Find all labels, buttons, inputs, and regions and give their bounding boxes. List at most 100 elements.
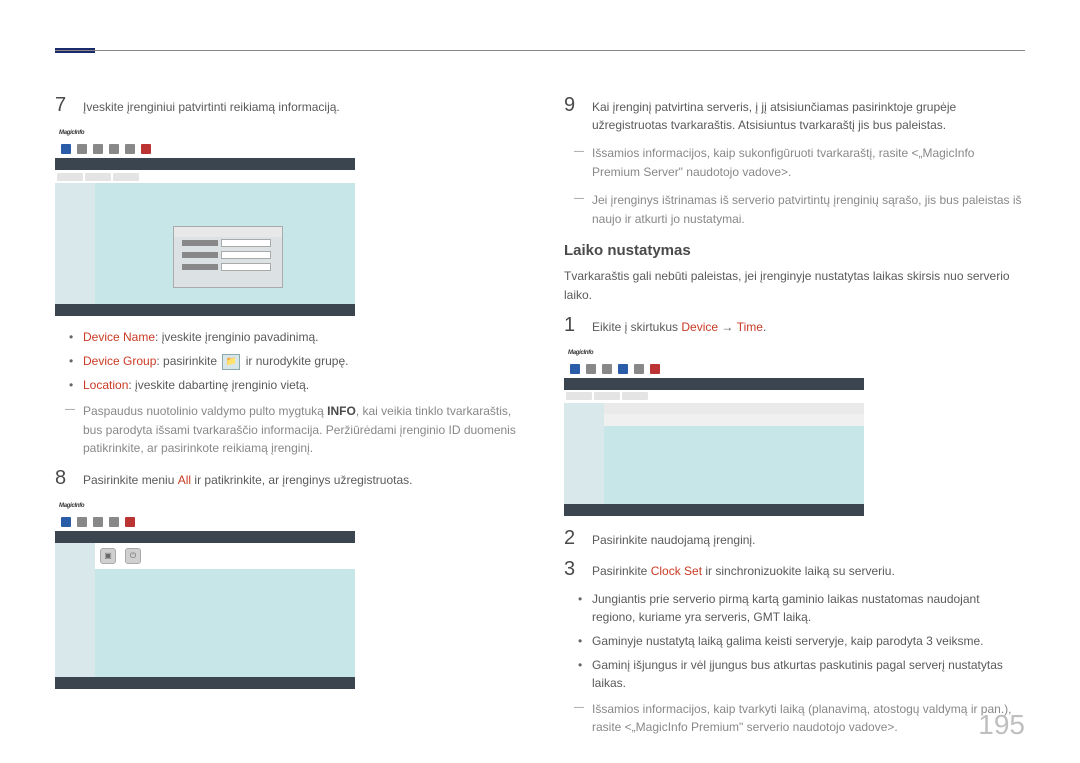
- bullet-restore-time: Gaminį išjungus ir vėl įjungus bus atkur…: [592, 656, 1025, 692]
- bullet-device-name: Device Name: įveskite įrenginio pavadini…: [83, 328, 516, 346]
- note-device-deleted: Jei įrenginys ištrinamas iš serverio pat…: [564, 191, 1025, 228]
- right-column: 9 Kai įrenginį patvirtina serveris, į jį…: [564, 95, 1025, 747]
- tab-time: Time: [737, 320, 763, 334]
- clock-set: Clock Set: [651, 564, 702, 578]
- step-number: 2: [564, 528, 580, 548]
- screenshot-device-list: MagicInfo ▣ ⏻: [55, 499, 355, 689]
- app-logo: MagicInfo: [59, 130, 84, 136]
- field-label: Device Name: [83, 330, 155, 344]
- step-text: Eikite į skirtukus Device → Time.: [592, 315, 1025, 336]
- time-bullets: Jungiantis prie serverio pirmą kartą gam…: [564, 590, 1025, 692]
- step-number: 7: [55, 95, 71, 115]
- menu-all: All: [178, 473, 191, 487]
- page-number: 195: [978, 709, 1025, 741]
- tabbar: [564, 378, 864, 390]
- sidebar: [55, 543, 95, 679]
- field-desc: : įveskite dabartinę įrenginio vietą.: [128, 378, 309, 392]
- step-text: Įveskite įrenginiui patvirtinti reikiamą…: [83, 95, 516, 116]
- app-logo: MagicInfo: [59, 503, 84, 509]
- footer-bar: [564, 504, 864, 516]
- tab-device: Device: [681, 320, 718, 334]
- toolbar-icon: [61, 144, 71, 154]
- step8-post: ir patikrinkite, ar įrenginys užregistru…: [191, 473, 412, 487]
- step-2: 2 Pasirinkite naudojamą įrenginį.: [564, 528, 1025, 549]
- step3-post: ir sinchronizuokite laiką su serveriu.: [702, 564, 895, 578]
- toolbar-icon: [125, 517, 135, 527]
- toolbar-icon: [61, 517, 71, 527]
- sidebar: [55, 183, 95, 307]
- step-number: 9: [564, 95, 580, 115]
- bullet-device-group: Device Group: pasirinkite 📁 ir nurodykit…: [83, 352, 516, 370]
- section-intro: Tvarkaraštis gali nebūti paleistas, jei …: [564, 267, 1025, 304]
- device-tile: ▣: [100, 548, 116, 564]
- step1-post: .: [763, 320, 766, 334]
- sidebar: [564, 403, 604, 507]
- note-config-schedule: Išsamios informacijos, kaip sukonfigūruo…: [564, 144, 1025, 181]
- note-time-manage: Išsamios informacijos, kaip tvarkyti lai…: [564, 700, 1025, 737]
- small-button: [113, 173, 139, 181]
- toolbar-icon: [602, 364, 612, 374]
- step-text: Kai įrenginį patvirtina serveris, į jį a…: [592, 95, 1025, 134]
- info-button-name: INFO: [327, 404, 356, 418]
- step-number: 3: [564, 559, 580, 579]
- toolbar-icon: [570, 364, 580, 374]
- bullet-location: Location: įveskite dabartinę įrenginio v…: [83, 376, 516, 394]
- field-label: Location: [83, 378, 128, 392]
- step-text: Pasirinkite Clock Set ir sinchronizuokit…: [592, 559, 1025, 580]
- screenshot-time-settings: MagicInfo: [564, 346, 864, 516]
- step-text: Pasirinkite meniu All ir patikrinkite, a…: [83, 468, 516, 489]
- toolbar-icon: [77, 144, 87, 154]
- step-number: 8: [55, 468, 71, 488]
- list-row: [604, 414, 864, 426]
- tabbar: [55, 158, 355, 170]
- section-title-time: Laiko nustatymas: [564, 242, 1025, 259]
- field-desc: : įveskite įrenginio pavadinimą.: [155, 330, 318, 344]
- main-panel: [95, 183, 355, 307]
- content-area: [95, 569, 355, 679]
- bullet-gmt: Jungiantis prie serverio pirmą kartą gam…: [592, 590, 1025, 626]
- field-desc: : pasirinkite: [156, 354, 220, 368]
- arrow: →: [718, 320, 737, 334]
- small-button: [566, 392, 592, 400]
- toolbar-icon: [125, 144, 135, 154]
- left-column: 7 Įveskite įrenginiui patvirtinti reikia…: [55, 95, 516, 747]
- toolbar-icon: [141, 144, 151, 154]
- toolbar-icon: [618, 364, 628, 374]
- field-desc-tail: ir nurodykite grupę.: [242, 354, 348, 368]
- step3-pre: Pasirinkite: [592, 564, 651, 578]
- toolbar-icon: [93, 144, 103, 154]
- power-icon: ⏻: [125, 548, 141, 564]
- list-header: [604, 403, 864, 414]
- step-1: 1 Eikite į skirtukus Device → Time.: [564, 315, 1025, 336]
- toolbar-icon: [77, 517, 87, 527]
- small-button: [57, 173, 83, 181]
- app-logo: MagicInfo: [568, 350, 593, 356]
- field-label: Device Group: [83, 354, 156, 368]
- toolbar-icon: [634, 364, 644, 374]
- step8-pre: Pasirinkite meniu: [83, 473, 178, 487]
- step-9: 9 Kai įrenginį patvirtina serveris, į jį…: [564, 95, 1025, 134]
- toolbar-icon: [93, 517, 103, 527]
- footer-bar: [55, 677, 355, 689]
- small-button: [622, 392, 648, 400]
- note-pre: Paspaudus nuotolinio valdymo pulto mygtu…: [83, 404, 327, 418]
- bullet-change-server: Gaminyje nustatytą laiką galima keisti s…: [592, 632, 1025, 650]
- small-button: [85, 173, 111, 181]
- folder-icon: 📁: [222, 354, 240, 370]
- step-number: 1: [564, 315, 580, 335]
- toolbar-icon: [109, 144, 119, 154]
- step-8: 8 Pasirinkite meniu All ir patikrinkite,…: [55, 468, 516, 489]
- field-bullets: Device Name: įveskite įrenginio pavadini…: [55, 328, 516, 394]
- step-text: Pasirinkite naudojamą įrenginį.: [592, 528, 1025, 549]
- toolbar-icon: [586, 364, 596, 374]
- info-note: Paspaudus nuotolinio valdymo pulto mygtu…: [55, 402, 516, 458]
- step1-pre: Eikite į skirtukus: [592, 320, 681, 334]
- approve-dialog: [173, 226, 283, 288]
- step-7: 7 Įveskite įrenginiui patvirtinti reikia…: [55, 95, 516, 116]
- toolbar-icon: [109, 517, 119, 527]
- footer-bar: [55, 304, 355, 316]
- content-area: [604, 426, 864, 507]
- toolbar-icon: [650, 364, 660, 374]
- tabbar: [55, 531, 355, 543]
- small-button: [594, 392, 620, 400]
